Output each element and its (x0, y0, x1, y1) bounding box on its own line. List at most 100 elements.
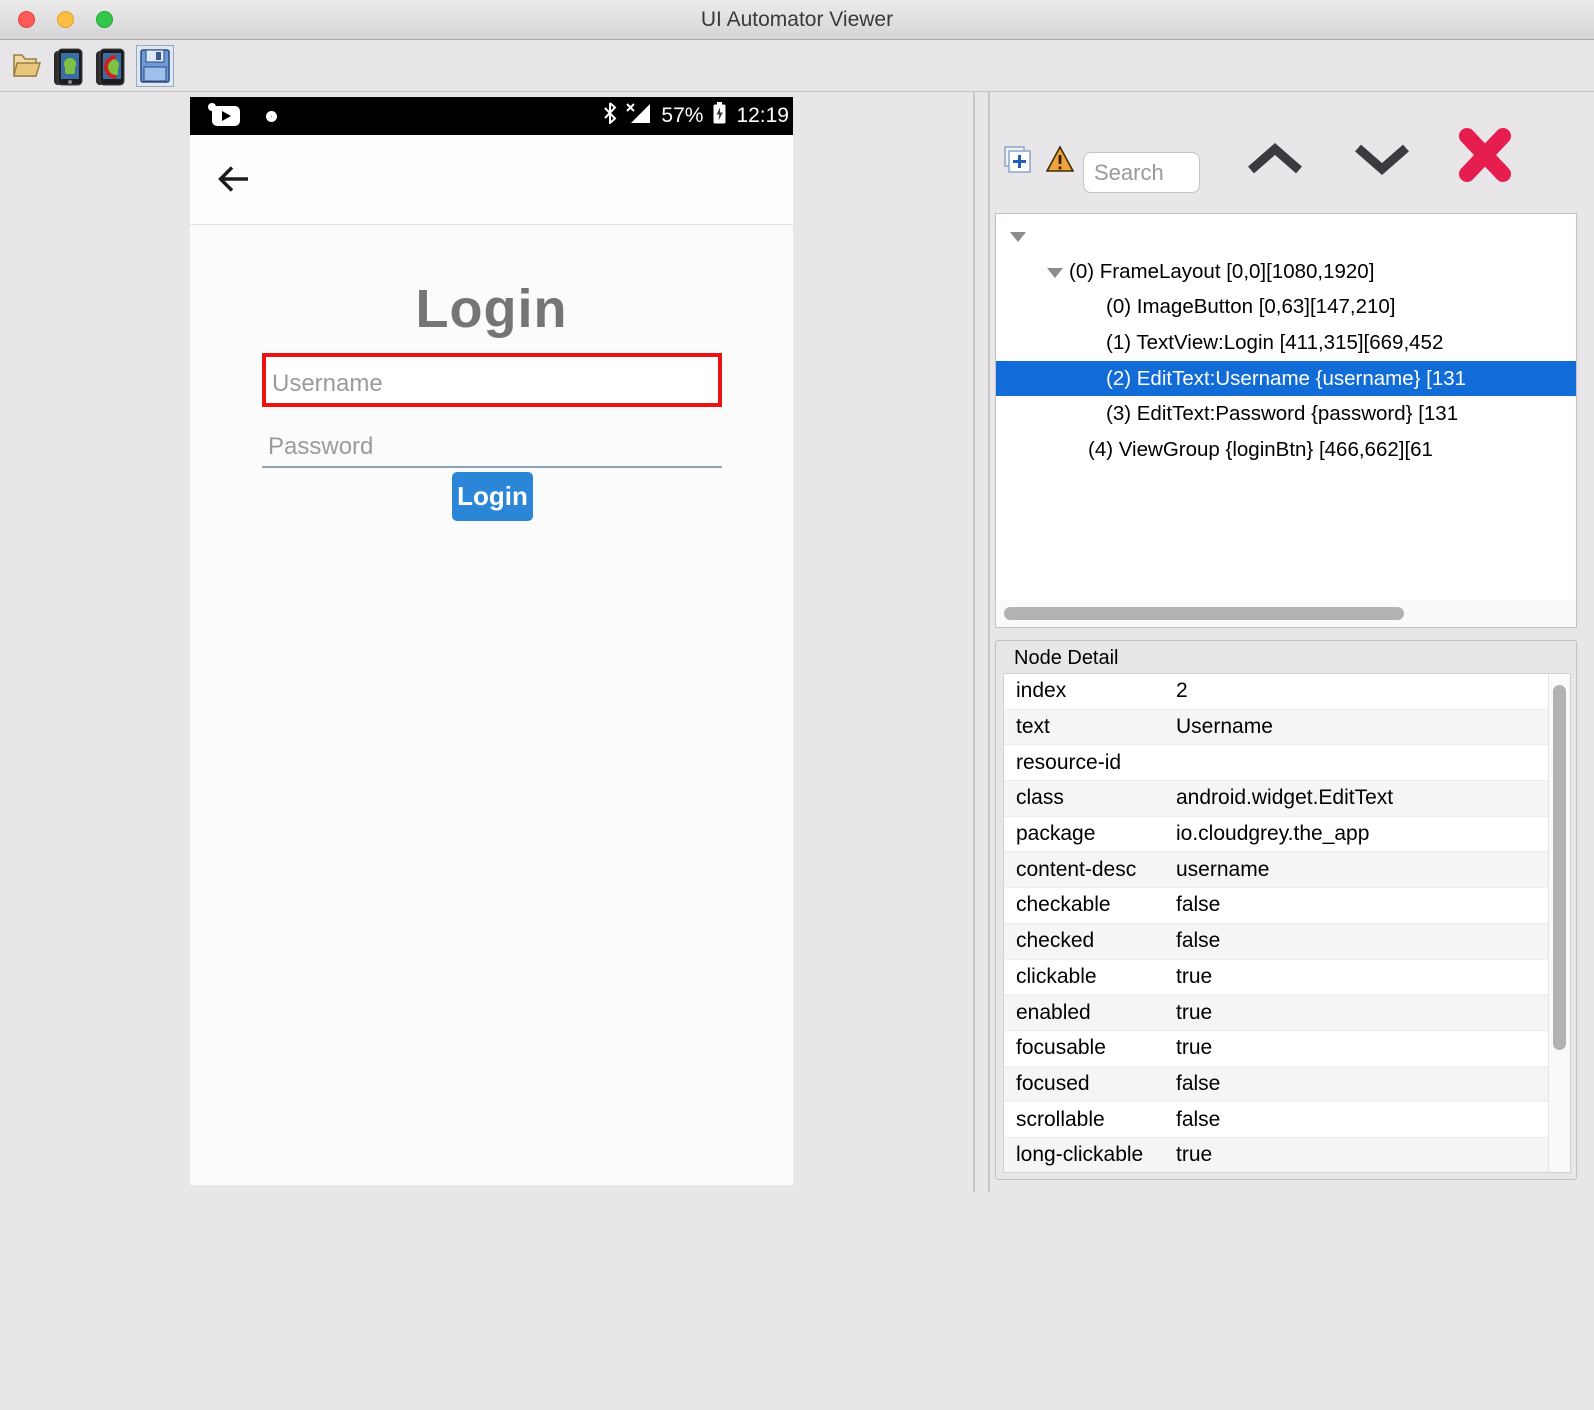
window-titlebar: UI Automator Viewer (0, 0, 1594, 40)
expander-down-icon[interactable] (1047, 265, 1065, 278)
node-detail-row[interactable]: index 2 (1004, 674, 1570, 710)
node-detail-row[interactable]: long-clickable true (1004, 1137, 1570, 1172)
node-detail-group: Node Detail index 2 text Username resource-i… (995, 640, 1577, 1180)
android-app-bar (190, 135, 793, 225)
node-detail-row[interactable]: enabled true (1004, 995, 1570, 1031)
node-detail-value: false (1176, 1071, 1221, 1095)
node-detail-key: clickable (1016, 964, 1097, 988)
node-detail-key: enabled (1016, 1000, 1091, 1024)
zoom-window-button[interactable] (96, 11, 113, 28)
expander-down-icon[interactable] (1010, 229, 1028, 242)
node-detail-table: index 2 text Username resource-id class androi… (1003, 673, 1571, 1173)
node-detail-row[interactable]: package io.cloudgrey.the_app (1004, 817, 1570, 853)
username-placeholder-text: Username (272, 370, 383, 397)
clock-text: 12:19 (736, 104, 789, 127)
node-detail-key: package (1016, 822, 1096, 846)
signal-icon (626, 102, 652, 130)
screenshot-panel: 57% 12:19 Login Username Password Login (0, 92, 975, 1192)
battery-percent-text: 57% (661, 104, 704, 127)
battery-icon (712, 101, 727, 131)
node-detail-key: scrollable (1016, 1107, 1105, 1131)
find-previous-icon[interactable] (1243, 140, 1307, 183)
node-detail-value: false (1176, 1107, 1221, 1131)
tree-node-row[interactable] (996, 218, 1576, 254)
find-next-icon[interactable] (1350, 140, 1414, 183)
hierarchy-panel: (0) FrameLayout [0,0][1080,1920] (0) Imag… (995, 92, 1580, 1192)
node-detail-value: android.widget.EditText (1176, 786, 1394, 810)
password-field-underline[interactable] (262, 466, 722, 468)
tree-node-row[interactable]: (0) ImageButton [0,63][147,210] (996, 289, 1576, 325)
tree-node-label: (0) ImageButton [0,63][147,210] (1106, 295, 1396, 319)
node-detail-row[interactable]: clickable true (1004, 960, 1570, 996)
tree-horizontal-scrollbar[interactable] (996, 600, 1576, 627)
warning-icon[interactable] (1045, 145, 1075, 178)
login-button[interactable]: Login (452, 472, 533, 521)
node-detail-value: 2 (1176, 679, 1188, 703)
node-detail-key: focused (1016, 1071, 1090, 1095)
tree-horizontal-scrollbar-thumb[interactable] (1004, 607, 1404, 620)
detail-vertical-scrollbar[interactable] (1548, 674, 1570, 1172)
search-input[interactable] (1083, 152, 1200, 193)
tree-node-label: (0) FrameLayout [0,0][1080,1920] (1069, 259, 1375, 283)
node-detail-key: resource-id (1016, 750, 1122, 774)
node-detail-row[interactable]: text Username (1004, 709, 1570, 746)
device-screenshot-compressed-icon[interactable] (94, 47, 132, 92)
node-detail-value: Username (1176, 715, 1273, 739)
login-screen: Login Username Password Login (190, 226, 793, 1185)
node-detail-row[interactable]: focusable true (1004, 1031, 1570, 1067)
notification-ring-icon (266, 110, 277, 122)
device-screenshot-icon[interactable] (52, 47, 90, 92)
node-detail-value: io.cloudgrey.the_app (1176, 822, 1370, 846)
node-detail-row[interactable]: class android.widget.EditText (1004, 781, 1570, 817)
save-icon[interactable] (140, 49, 170, 88)
node-detail-value: true (1176, 1000, 1213, 1024)
node-detail-value: true (1176, 1143, 1213, 1167)
panel-splitter[interactable] (988, 92, 990, 1192)
detail-vertical-scrollbar-thumb[interactable] (1553, 685, 1566, 1050)
node-detail-key: class (1016, 786, 1064, 810)
window-title: UI Automator Viewer (700, 7, 894, 31)
node-detail-title: Node Detail (1014, 647, 1119, 669)
node-detail-key: checkable (1016, 893, 1111, 917)
tree-node-row[interactable]: (4) ViewGroup {loginBtn} [466,662][61 (996, 432, 1576, 468)
notification-app-icon (208, 103, 240, 126)
node-detail-key: index (1016, 679, 1067, 703)
node-detail-row[interactable]: resource-id (1004, 745, 1570, 782)
username-field-highlighted[interactable]: Username (262, 353, 722, 407)
node-detail-row[interactable]: content-desc username (1004, 852, 1570, 889)
node-detail-key: focusable (1016, 1036, 1106, 1060)
node-detail-key: text (1016, 715, 1050, 739)
node-detail-value: username (1176, 857, 1270, 881)
tree-node-row[interactable]: (1) TextView:Login [411,315][669,452 (996, 325, 1576, 361)
node-detail-value: true (1176, 1036, 1213, 1060)
node-detail-key: long-clickable (1016, 1143, 1144, 1167)
close-search-icon[interactable] (1453, 124, 1517, 191)
main-toolbar (0, 41, 1594, 92)
traffic-lights (18, 11, 113, 28)
tree-node-label: (1) TextView:Login [411,315][669,452 (1106, 330, 1444, 354)
tree-node-row[interactable]: (3) EditText:Password {password} [131 (996, 396, 1576, 432)
tree-node-label: (3) EditText:Password {password} [131 (1106, 402, 1459, 426)
node-detail-key: content-desc (1016, 857, 1137, 881)
node-detail-row[interactable]: scrollable false (1004, 1102, 1570, 1138)
node-detail-value: true (1176, 964, 1213, 988)
node-detail-row[interactable]: checked false (1004, 923, 1570, 960)
tree-node-row[interactable]: (0) FrameLayout [0,0][1080,1920] (996, 254, 1576, 290)
login-screen-title: Login (415, 279, 568, 339)
node-detail-value: false (1176, 893, 1221, 917)
node-detail-key: checked (1016, 929, 1095, 953)
node-detail-row[interactable]: checkable false (1004, 888, 1570, 924)
minimize-window-button[interactable] (57, 11, 74, 28)
device-screenshot[interactable]: 57% 12:19 Login Username Password Login (190, 97, 793, 1185)
password-placeholder-text: Password (268, 433, 374, 460)
close-window-button[interactable] (18, 11, 35, 28)
tree-node-label: (4) ViewGroup {loginBtn} [466,662][61 (1088, 437, 1433, 461)
tree-node-row[interactable]: (2) EditText:Username {username} [131 (996, 360, 1576, 397)
ui-hierarchy-tree: (0) FrameLayout [0,0][1080,1920] (0) Imag… (995, 213, 1577, 628)
open-file-icon[interactable] (12, 51, 44, 84)
android-status-bar: 57% 12:19 (190, 97, 793, 135)
expand-all-icon[interactable] (1004, 146, 1032, 179)
node-detail-row[interactable]: focused false (1004, 1066, 1570, 1103)
node-detail-value: false (1176, 929, 1221, 953)
back-arrow-icon[interactable] (216, 163, 252, 200)
